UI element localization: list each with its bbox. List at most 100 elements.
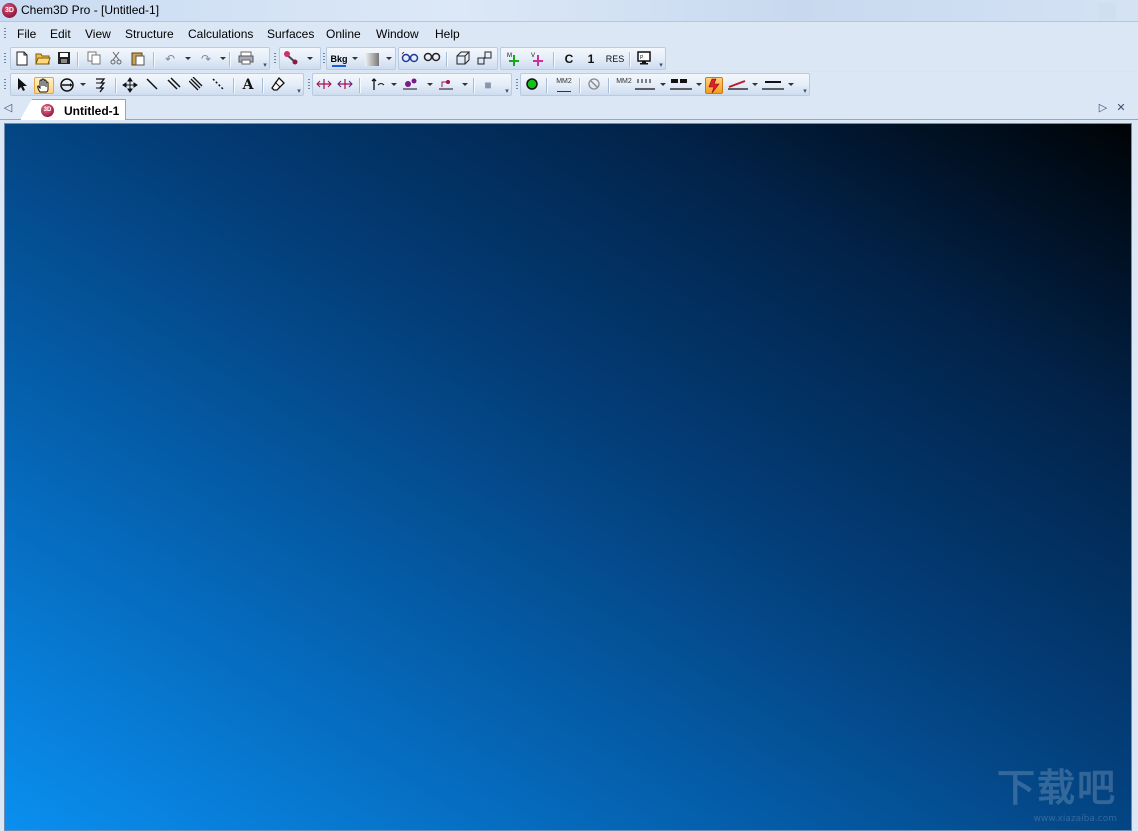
toolbar-grip[interactable] bbox=[4, 53, 6, 65]
tab-untitled-1[interactable]: 3D Untitled-1 bbox=[20, 99, 126, 120]
eraser-icon[interactable] bbox=[269, 76, 287, 94]
menu-help[interactable]: Help bbox=[435, 27, 460, 41]
toolbar-overflow-icon[interactable]: ▾ bbox=[503, 88, 511, 96]
separator bbox=[233, 78, 234, 93]
undo-dropdown-icon[interactable] bbox=[185, 57, 191, 60]
orient-axis-dropdown-icon[interactable] bbox=[391, 83, 397, 86]
file-toolbar: ↶ ↷ ▾ bbox=[10, 47, 270, 70]
ruler-dropdown-icon[interactable] bbox=[660, 83, 666, 86]
separator bbox=[153, 52, 154, 67]
menu-grip[interactable] bbox=[4, 28, 6, 40]
scroll-tabs-left-icon[interactable]: ◁ bbox=[2, 101, 14, 115]
select-arrow-icon[interactable] bbox=[13, 77, 31, 94]
plane-dropdown-icon[interactable] bbox=[462, 83, 468, 86]
toolbar-grip[interactable] bbox=[4, 79, 6, 91]
model-display-icon[interactable] bbox=[282, 51, 300, 68]
paste-icon[interactable] bbox=[129, 51, 147, 68]
mm2-dynamics-button[interactable]: MM2 bbox=[614, 77, 634, 94]
toolbar-overflow-icon[interactable]: ▾ bbox=[801, 88, 809, 96]
model-display-dropdown-icon[interactable] bbox=[307, 57, 313, 60]
element-symbol-button[interactable]: C bbox=[560, 51, 578, 68]
close-document-icon[interactable]: ✕ bbox=[1115, 101, 1127, 115]
undo-icon[interactable]: ↶ bbox=[161, 51, 179, 68]
energy-spark-icon[interactable] bbox=[705, 77, 723, 94]
model-toolbar bbox=[279, 47, 321, 70]
scroll-tabs-right-icon[interactable]: ▷ bbox=[1097, 101, 1109, 115]
energy-plot-dropdown-icon[interactable] bbox=[752, 83, 758, 86]
translate-icon[interactable] bbox=[121, 77, 139, 94]
separator bbox=[546, 78, 547, 93]
atom-labels-toolbar: M V C 1 RES P ▾ bbox=[500, 47, 666, 70]
stop-icon[interactable]: ■ bbox=[479, 77, 497, 94]
window-title: Chem3D Pro - [Untitled-1] bbox=[21, 3, 160, 17]
menu-view[interactable]: View bbox=[85, 27, 111, 41]
grid-display-icon[interactable] bbox=[669, 77, 693, 94]
move-green-icon[interactable]: M bbox=[505, 51, 523, 68]
standard-toolbar-row: ↶ ↷ ▾ Bkg M V C 1 RES P ▾ bbox=[0, 46, 1138, 71]
green-atom-icon[interactable] bbox=[523, 77, 541, 94]
gradient-icon[interactable] bbox=[363, 51, 381, 68]
toolbar-overflow-icon[interactable]: ▾ bbox=[261, 62, 269, 70]
stereo-glasses-icon[interactable] bbox=[401, 51, 419, 68]
redo-icon[interactable]: ↷ bbox=[197, 51, 215, 68]
print-icon[interactable] bbox=[237, 51, 255, 68]
new-document-icon[interactable] bbox=[13, 51, 31, 68]
atom-pair-icon[interactable] bbox=[401, 77, 419, 94]
residue-label-button[interactable]: RES bbox=[604, 51, 626, 68]
dummy-bond-icon[interactable] bbox=[209, 77, 227, 94]
stop-calculation-icon[interactable] bbox=[585, 77, 603, 94]
serial-number-button[interactable]: 1 bbox=[582, 51, 600, 68]
double-bond-icon[interactable] bbox=[165, 77, 183, 94]
toolbar-overflow-icon[interactable]: ▾ bbox=[295, 88, 303, 96]
plane-icon[interactable] bbox=[437, 77, 455, 94]
energy-plot-icon[interactable] bbox=[727, 77, 749, 94]
orient-axis-icon[interactable] bbox=[369, 77, 387, 94]
save-icon[interactable] bbox=[55, 51, 73, 68]
open-folder-icon[interactable] bbox=[34, 51, 52, 68]
properties-display-icon[interactable] bbox=[761, 77, 785, 94]
text-tool-button[interactable]: A bbox=[239, 77, 257, 94]
chem3d-app-icon[interactable]: 3D bbox=[2, 3, 17, 18]
monitor-icon[interactable]: P bbox=[635, 51, 653, 68]
background-dropdown-icon[interactable] bbox=[352, 57, 358, 60]
menu-surfaces[interactable]: Surfaces bbox=[267, 27, 314, 41]
copy-icon[interactable] bbox=[85, 51, 103, 68]
hand-trackball-icon[interactable] bbox=[34, 77, 54, 94]
ruler-icon[interactable] bbox=[634, 77, 656, 94]
chem3d-window: 3D Chem3D Pro - [Untitled-1] File Edit V… bbox=[0, 0, 1138, 831]
triple-bond-icon[interactable] bbox=[187, 76, 205, 94]
menu-file[interactable]: File bbox=[17, 27, 36, 41]
menu-calculations[interactable]: Calculations bbox=[188, 27, 253, 41]
separator bbox=[262, 78, 263, 93]
toolbar-grip[interactable] bbox=[274, 53, 276, 65]
menu-edit[interactable]: Edit bbox=[50, 27, 71, 41]
rotate-dropdown-icon[interactable] bbox=[80, 83, 86, 86]
mm2-minimize-button[interactable]: MM2 bbox=[553, 77, 575, 94]
toolbar-grip[interactable] bbox=[516, 79, 518, 91]
menu-structure[interactable]: Structure bbox=[125, 27, 174, 41]
zoom-icon[interactable] bbox=[91, 77, 109, 94]
grid-display-dropdown-icon[interactable] bbox=[696, 83, 702, 86]
redo-dropdown-icon[interactable] bbox=[220, 57, 226, 60]
depth-fading-icon[interactable] bbox=[476, 51, 494, 68]
properties-display-dropdown-icon[interactable] bbox=[788, 83, 794, 86]
background-color-button[interactable]: Bkg bbox=[329, 51, 349, 68]
toolbar-grip[interactable] bbox=[323, 53, 325, 65]
watermark-url: www.xiazaiba.com bbox=[1033, 814, 1117, 824]
model-canvas[interactable]: 下载吧 www.xiazaiba.com bbox=[4, 123, 1132, 831]
toolbar-overflow-icon[interactable]: ▾ bbox=[657, 62, 665, 70]
move-magenta-icon[interactable]: V bbox=[529, 51, 547, 68]
gradient-dropdown-icon[interactable] bbox=[386, 57, 392, 60]
atom-pair-dropdown-icon[interactable] bbox=[427, 83, 433, 86]
align-x-icon[interactable] bbox=[315, 77, 333, 94]
menu-window[interactable]: Window bbox=[376, 27, 419, 41]
align-y-icon[interactable] bbox=[336, 77, 354, 94]
cut-icon[interactable] bbox=[107, 51, 125, 68]
menu-online[interactable]: Online bbox=[326, 27, 361, 41]
toolbar-grip[interactable] bbox=[308, 79, 310, 91]
stereo-view-icon[interactable] bbox=[423, 51, 441, 68]
perspective-box-icon[interactable] bbox=[454, 51, 472, 68]
minimize-button[interactable] bbox=[1098, 3, 1116, 19]
single-bond-icon[interactable] bbox=[143, 77, 161, 94]
rotate-icon[interactable] bbox=[58, 77, 76, 94]
